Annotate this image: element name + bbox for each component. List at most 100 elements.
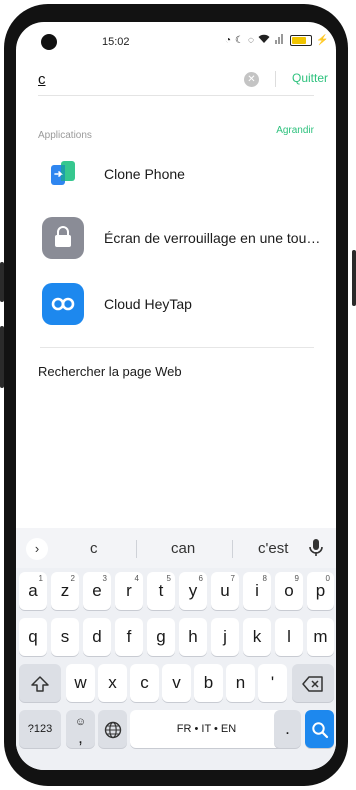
charging-icon: ⚡ <box>315 35 329 46</box>
app-result-cloud-heytap[interactable]: Cloud HeyTap <box>38 283 328 327</box>
search-bar: ✕ Quitter <box>38 66 336 96</box>
key-hint: 8 <box>262 574 267 583</box>
app-label: Cloud HeyTap <box>104 296 192 312</box>
key-b[interactable]: b <box>194 664 223 702</box>
key-g[interactable]: g <box>147 618 175 656</box>
do-not-disturb-icon: ☾ <box>235 35 245 46</box>
key-hint: 1 <box>38 574 43 583</box>
key-w[interactable]: w <box>66 664 95 702</box>
key-m[interactable]: m <box>307 618 334 656</box>
key-e[interactable]: e3 <box>83 572 111 610</box>
clone-phone-icon <box>42 153 84 195</box>
suggestion-item[interactable]: can <box>171 540 195 557</box>
key-y[interactable]: y6 <box>179 572 207 610</box>
suggestion-bar: › c can c'est <box>16 528 336 568</box>
language-key[interactable] <box>98 710 127 748</box>
microphone-icon[interactable] <box>308 537 324 559</box>
wifi-icon <box>258 34 270 47</box>
clear-icon[interactable]: ✕ <box>244 72 259 87</box>
backspace-key[interactable] <box>292 664 334 702</box>
key-label: a <box>28 581 38 600</box>
key-label: i <box>255 581 259 600</box>
front-camera <box>41 34 57 50</box>
key-o[interactable]: o9 <box>275 572 303 610</box>
period-key[interactable]: . <box>274 710 301 748</box>
key-label: t <box>158 581 164 600</box>
emoji-comma-key[interactable]: ☺ , <box>66 710 95 748</box>
key-s[interactable]: s <box>51 618 79 656</box>
device-frame: 15:02 ◔ ☾ ◌ ⚡ ✕ Quitter <box>0 0 356 790</box>
expand-button[interactable]: Agrandir <box>276 125 314 136</box>
search-underline <box>38 95 314 96</box>
key-hint: 0 <box>325 574 330 583</box>
cloud-heytap-icon <box>42 283 84 325</box>
key-k[interactable]: k <box>243 618 271 656</box>
key-d[interactable]: d <box>83 618 111 656</box>
key-i[interactable]: i8 <box>243 572 271 610</box>
key-q[interactable]: q <box>19 618 47 656</box>
search-web-link[interactable]: Rechercher la page Web <box>38 364 182 379</box>
status-time: 15:02 <box>102 36 130 48</box>
key-p[interactable]: p0 <box>307 572 334 610</box>
quit-button[interactable]: Quitter <box>292 71 328 85</box>
applications-title: Applications <box>38 130 92 141</box>
key-hint: 7 <box>230 574 235 583</box>
chevron-right-icon[interactable]: › <box>26 538 48 560</box>
key-l[interactable]: l <box>275 618 303 656</box>
shift-key[interactable] <box>19 664 61 702</box>
key-n[interactable]: n <box>226 664 255 702</box>
suggestion-item[interactable]: c'est <box>258 540 288 557</box>
key-h[interactable]: h <box>179 618 207 656</box>
key-label: r <box>126 581 132 600</box>
battery-icon <box>289 35 312 46</box>
key-a[interactable]: a1 <box>19 572 47 610</box>
signal-icon <box>274 34 284 47</box>
key-t[interactable]: t5 <box>147 572 175 610</box>
applications-header: Applications Agrandir <box>38 125 314 141</box>
key-hint: 3 <box>102 574 107 583</box>
key-label: y <box>188 581 198 600</box>
suggestion-divider <box>136 540 137 558</box>
app-label: Clone Phone <box>104 166 185 182</box>
screen: 15:02 ◔ ☾ ◌ ⚡ ✕ Quitter <box>16 22 336 770</box>
search-input[interactable] <box>38 66 218 92</box>
key-label: u <box>220 581 230 600</box>
divider <box>275 71 276 87</box>
app-label: Écran de verrouillage en une tou… <box>104 230 321 246</box>
app-result-clone-phone[interactable]: Clone Phone <box>38 153 328 197</box>
key-x[interactable]: x <box>98 664 127 702</box>
search-icon <box>311 721 328 738</box>
key-u[interactable]: u7 <box>211 572 239 610</box>
key-hint: 5 <box>166 574 171 583</box>
key-hint: 4 <box>134 574 139 583</box>
divider <box>40 347 314 348</box>
space-key[interactable]: FR • IT • EN <box>130 710 283 748</box>
key-label: z <box>60 581 70 600</box>
lock-screen-icon <box>42 217 84 259</box>
shift-icon <box>31 675 49 692</box>
key-hint: 2 <box>70 574 75 583</box>
key-label: o <box>284 581 294 600</box>
key-v[interactable]: v <box>162 664 191 702</box>
suggestion-item[interactable]: c <box>90 540 98 557</box>
key-hint: 6 <box>198 574 203 583</box>
key-apostrophe[interactable]: ' <box>258 664 287 702</box>
key-label: e <box>92 581 102 600</box>
suggestion-divider <box>232 540 233 558</box>
search-key[interactable] <box>305 710 334 748</box>
key-z[interactable]: z2 <box>51 572 79 610</box>
power-button <box>352 250 356 306</box>
emoji-icon: ☺ <box>74 716 87 728</box>
keyboard: › c can c'est a1 z2 e3 r4 t5 y 6 u 7 i 8… <box>16 528 336 770</box>
key-j[interactable]: j <box>211 618 239 656</box>
key-r[interactable]: r4 <box>115 572 143 610</box>
globe-icon <box>104 721 121 738</box>
status-bar: 15:02 ◔ ☾ ◌ ⚡ <box>16 22 336 66</box>
key-hint: 9 <box>294 574 299 583</box>
key-f[interactable]: f <box>115 618 143 656</box>
key-label: p <box>315 581 326 600</box>
app-result-lock-screen[interactable]: Écran de verrouillage en une tou… <box>38 217 328 261</box>
key-c[interactable]: c <box>130 664 159 702</box>
backspace-icon <box>302 675 323 692</box>
symbols-key[interactable]: ?123 <box>19 710 61 748</box>
